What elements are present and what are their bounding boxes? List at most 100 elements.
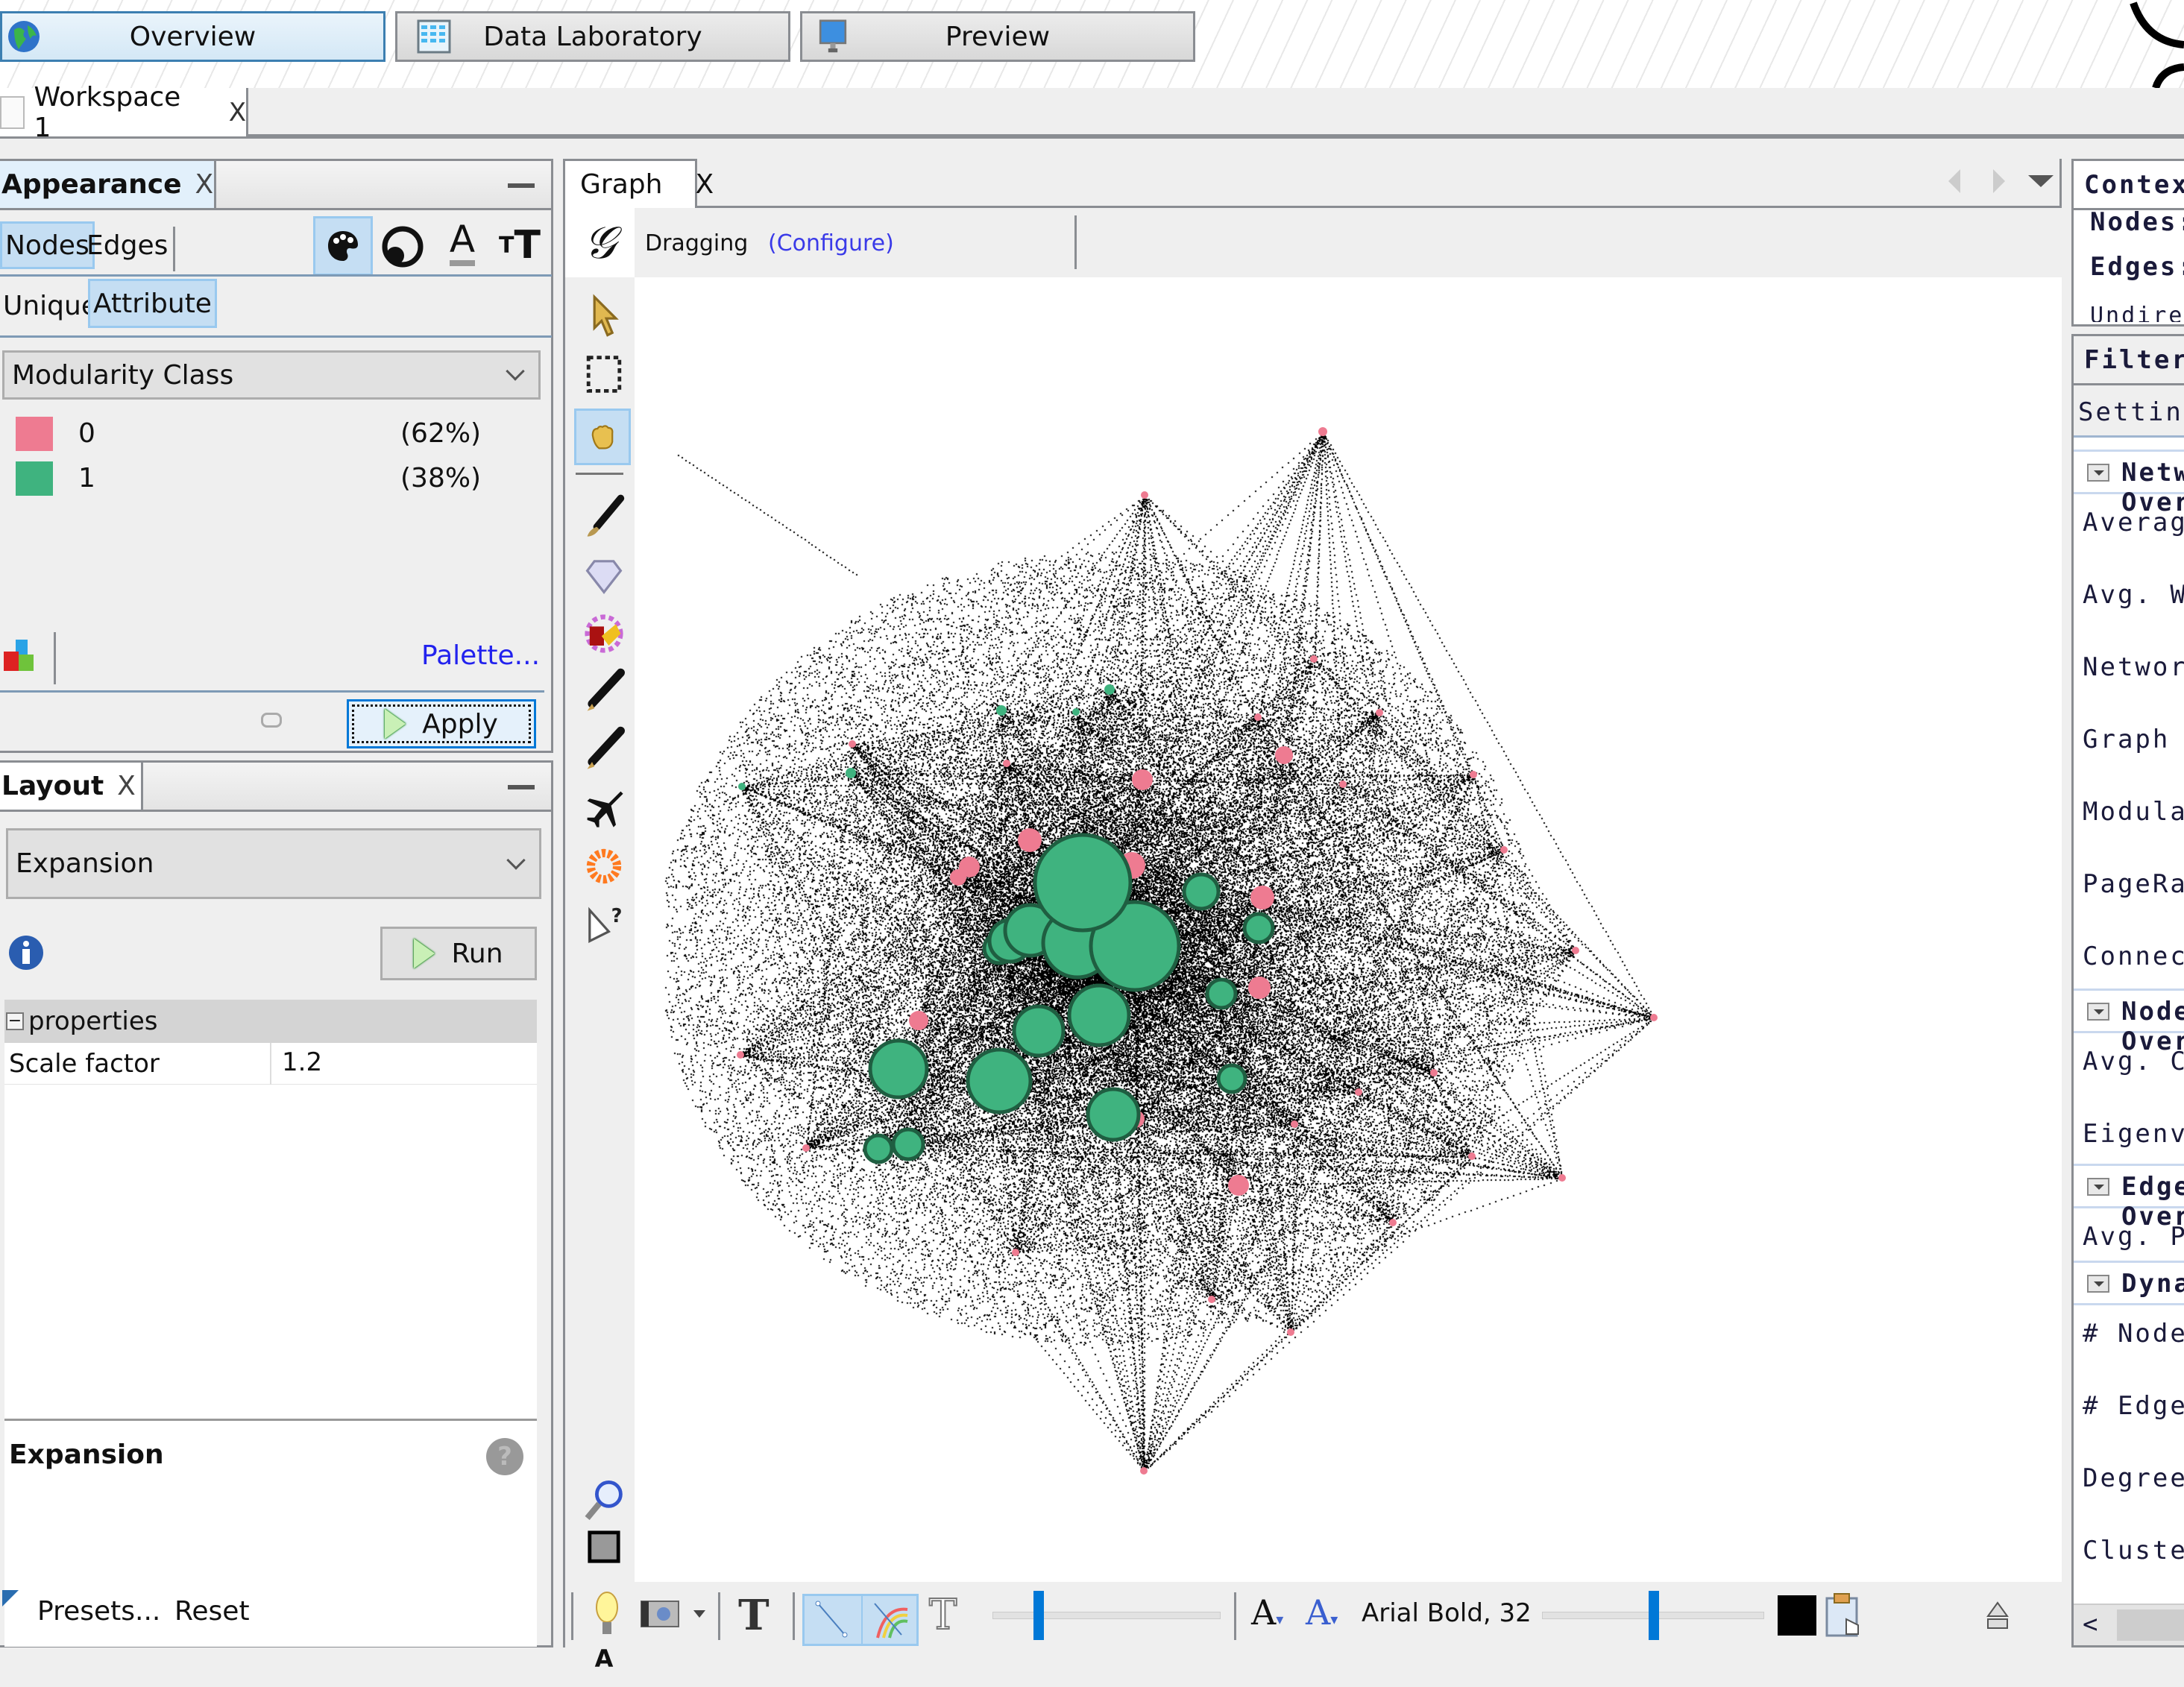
graph-node-class-0[interactable] xyxy=(1572,947,1579,954)
help-cursor-icon[interactable]: ? xyxy=(580,901,628,948)
graph-node-class-1[interactable] xyxy=(846,768,856,778)
graph-node-class-0[interactable] xyxy=(1430,1069,1438,1076)
close-appearance-icon[interactable]: X xyxy=(195,169,214,200)
graph-node-class-0[interactable] xyxy=(1355,1088,1362,1096)
label-size-icon[interactable]: TT xyxy=(494,219,546,271)
node-label-font-icon[interactable]: A▾ xyxy=(1251,1592,1283,1633)
scroll-tabs-left-icon[interactable] xyxy=(1948,169,1960,193)
label-font-button[interactable]: Arial Bold, 32 xyxy=(1362,1598,1532,1628)
graph-node-class-1[interactable] xyxy=(966,1047,1033,1114)
graph-node-class-0[interactable] xyxy=(849,740,856,748)
graph-node-class-0[interactable] xyxy=(1310,655,1318,663)
graph-node-class-1[interactable] xyxy=(738,783,746,790)
label-color-swatch[interactable] xyxy=(1778,1595,1816,1636)
background-color-icon[interactable] xyxy=(580,1523,628,1571)
graph-node-class-1[interactable] xyxy=(1033,833,1133,933)
graph-node-class-1[interactable] xyxy=(868,1038,929,1100)
partition-1-swatch[interactable] xyxy=(16,461,53,496)
partition-0-swatch[interactable] xyxy=(16,417,53,451)
graph-node-class-1[interactable] xyxy=(863,1133,894,1164)
graph-node-class-0[interactable] xyxy=(1254,713,1262,721)
zoom-fit-icon[interactable] xyxy=(580,1478,628,1525)
close-graph-icon[interactable]: X xyxy=(695,169,714,200)
graph-node-class-0[interactable] xyxy=(1339,781,1347,788)
graph-node-class-1[interactable] xyxy=(1086,1087,1141,1142)
horizontal-scrollbar[interactable]: < xyxy=(2074,1604,2184,1645)
lightbulb-icon[interactable] xyxy=(594,1591,620,1639)
diamond-icon[interactable] xyxy=(580,552,628,599)
rectangle-select-icon[interactable] xyxy=(580,350,628,398)
graph-node-class-1[interactable] xyxy=(1104,684,1115,695)
graph-node-class-0[interactable] xyxy=(1248,977,1271,999)
scroll-tabs-right-icon[interactable] xyxy=(1993,169,2005,193)
layout-algorithm-select[interactable]: Expansion xyxy=(6,828,541,899)
graph-node-class-0[interactable] xyxy=(1291,1120,1298,1128)
perspective-data-laboratory-button[interactable]: Data Laboratory xyxy=(395,11,790,62)
edge-label-font-icon[interactable]: A▾ xyxy=(1306,1592,1338,1633)
run-button[interactable]: Run xyxy=(380,927,537,980)
graph-node-class-0[interactable] xyxy=(959,857,980,877)
painter-palette-icon[interactable] xyxy=(580,610,628,658)
stats-section-header[interactable]: Edge Overview xyxy=(2074,1164,2184,1232)
collapse-section-icon[interactable] xyxy=(2087,464,2109,482)
reset-button[interactable]: Reset xyxy=(174,1596,250,1627)
graph-node-class-1[interactable] xyxy=(1216,1063,1247,1094)
tab-unique[interactable]: Unique xyxy=(0,282,101,329)
collapse-section-icon[interactable] xyxy=(2087,1003,2109,1021)
graph-node-class-0[interactable] xyxy=(1500,846,1508,854)
graph-node-class-0[interactable] xyxy=(1140,1467,1148,1475)
size-icon[interactable] xyxy=(377,219,429,271)
property-value-input[interactable]: 1.2 xyxy=(282,1047,322,1077)
edge-weight-slider-thumb[interactable] xyxy=(1033,1591,1045,1640)
minimize-icon[interactable] xyxy=(508,183,535,188)
link-icon[interactable] xyxy=(261,713,282,728)
graph-node-class-1[interactable] xyxy=(1012,1004,1066,1058)
graph-node-class-1[interactable] xyxy=(1242,912,1275,945)
graph-node-class-0[interactable] xyxy=(1132,769,1153,790)
collapse-toolbar-icon[interactable] xyxy=(1986,1601,2009,1631)
graph-node-class-0[interactable] xyxy=(1650,1014,1658,1021)
graph-node-class-0[interactable] xyxy=(1012,1249,1019,1256)
graph-node-class-0[interactable] xyxy=(1003,760,1010,767)
properties-group-header[interactable]: − properties xyxy=(4,1000,537,1043)
graph-node-class-0[interactable] xyxy=(1376,709,1383,716)
graph-node-class-0[interactable] xyxy=(1389,1219,1397,1226)
graph-node-class-0[interactable] xyxy=(909,1011,928,1030)
graph-node-class-0[interactable] xyxy=(1558,1174,1566,1182)
minimize-icon[interactable] xyxy=(508,785,535,789)
tab-list-dropdown-icon[interactable] xyxy=(2028,175,2054,187)
settings-row[interactable]: Settings xyxy=(2074,385,2184,438)
graph-node-class-1[interactable] xyxy=(1182,872,1221,911)
airplane-icon[interactable] xyxy=(580,784,628,832)
graph-node-class-0[interactable] xyxy=(737,1051,744,1059)
info-icon[interactable] xyxy=(7,934,45,971)
graph-node-class-0[interactable] xyxy=(1228,1175,1249,1196)
edge-pencil-icon[interactable] xyxy=(580,726,628,774)
collapse-icon[interactable]: − xyxy=(6,1012,24,1030)
collapse-section-icon[interactable] xyxy=(2087,1275,2109,1293)
label-edge-icon[interactable]: T xyxy=(928,1590,957,1640)
graph-node-class-1[interactable] xyxy=(1205,977,1238,1010)
graph-node-class-0[interactable] xyxy=(1018,828,1042,852)
perspective-preview-button[interactable]: Preview xyxy=(800,11,1195,62)
brush-icon[interactable] xyxy=(580,494,628,541)
context-header[interactable]: Context xyxy=(2074,161,2184,210)
close-layout-icon[interactable]: X xyxy=(117,771,136,801)
graph-node-class-0[interactable] xyxy=(1250,886,1274,909)
screenshot-camera-icon[interactable] xyxy=(640,1597,682,1630)
show-labels-icon[interactable]: T xyxy=(738,1591,770,1640)
edge-weight-slider-track[interactable] xyxy=(992,1612,1221,1619)
pencil-icon[interactable] xyxy=(580,668,628,716)
presets-button[interactable]: Presets... xyxy=(37,1596,160,1627)
attribute-select[interactable]: Modularity Class xyxy=(2,350,541,400)
graph-node-class-1[interactable] xyxy=(1067,983,1131,1047)
perspective-overview-button[interactable]: Overview xyxy=(0,11,385,62)
graph-node-class-0[interactable] xyxy=(1275,746,1293,764)
shortest-path-icon[interactable] xyxy=(580,842,628,890)
graph-node-class-0[interactable] xyxy=(1287,1328,1294,1336)
edge-color-icon[interactable] xyxy=(867,1599,912,1641)
scroll-left-icon[interactable]: < xyxy=(2083,1609,2100,1639)
stats-section-header[interactable]: Network Overview xyxy=(2074,450,2184,517)
graph-node-class-0[interactable] xyxy=(1470,771,1477,778)
collapse-section-icon[interactable] xyxy=(2087,1178,2109,1196)
